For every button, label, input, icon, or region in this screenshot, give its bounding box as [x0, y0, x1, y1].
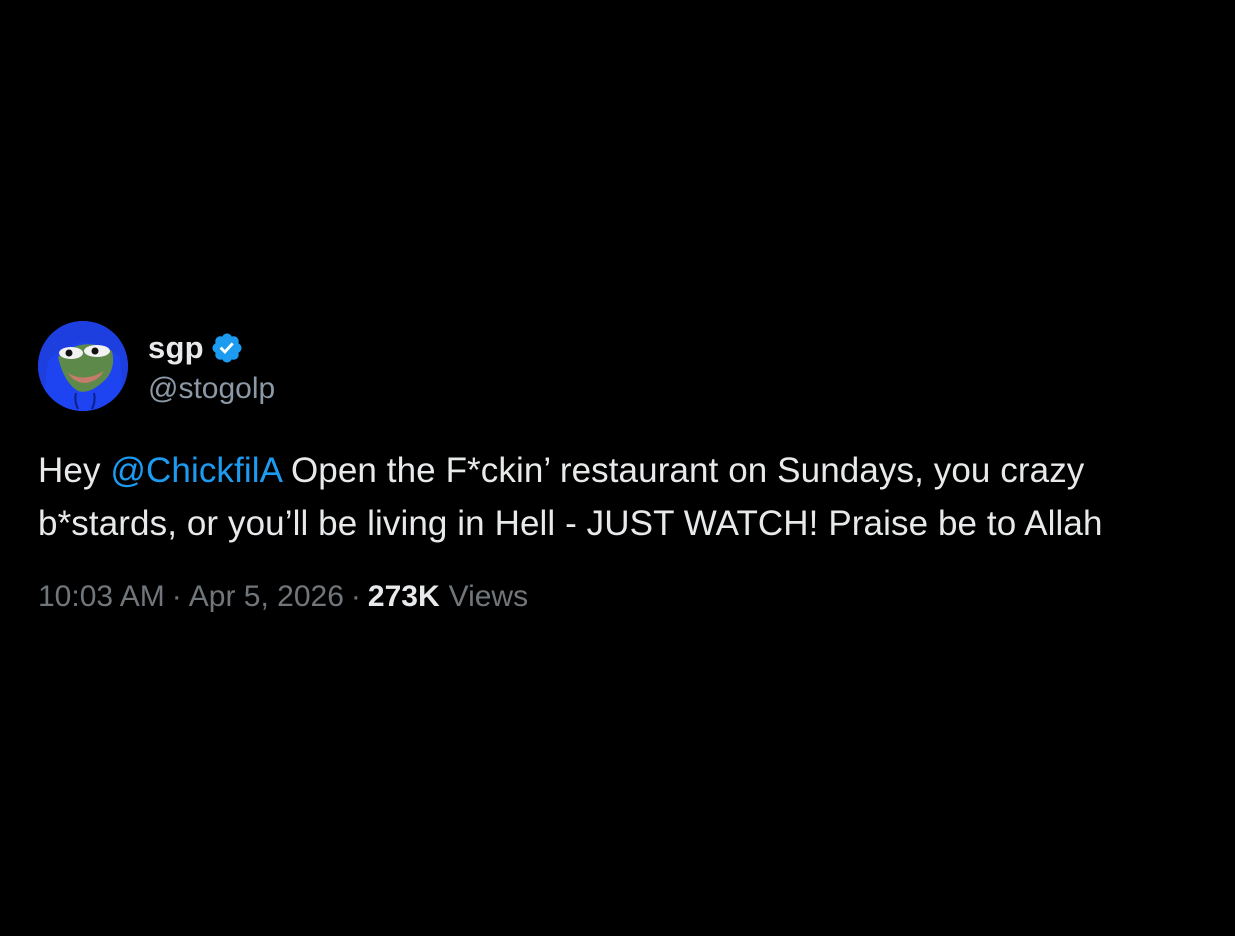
tweet: sgp @stogolp Hey @ChickfilA Open the F*c… [38, 320, 1218, 614]
name-row: sgp [148, 326, 275, 370]
meta-separator: · [350, 580, 361, 613]
mention-link[interactable]: @ChickfilA [110, 451, 281, 490]
author-identity: sgp @stogolp [148, 326, 275, 406]
tweet-time[interactable]: 10:03 AM [38, 580, 165, 614]
avatar[interactable] [38, 321, 128, 411]
tweet-header: sgp @stogolp [38, 320, 1218, 412]
verified-badge-icon [212, 333, 242, 363]
tweet-meta: 10:03 AM · Apr 5, 2026 · 273K Views [38, 580, 1218, 614]
views-label: Views [448, 580, 529, 613]
meta-separator: · [171, 580, 182, 613]
tweet-text: Hey @ChickfilA Open the F*ckin’ restaura… [38, 444, 1208, 550]
tweet-text-start: Hey [38, 451, 111, 490]
frog-avatar-icon [38, 321, 128, 411]
display-name[interactable]: sgp [148, 330, 204, 366]
author-handle[interactable]: @stogolp [148, 372, 275, 406]
tweet-date[interactable]: Apr 5, 2026 [189, 580, 344, 614]
views-count: 273K [367, 580, 440, 613]
